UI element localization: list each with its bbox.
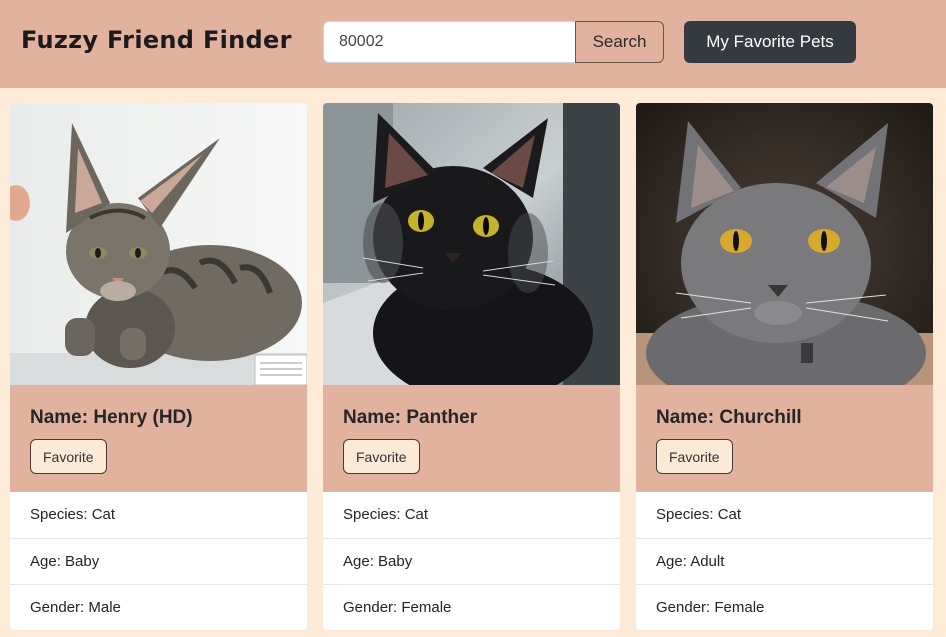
favorite-button[interactable]: Favorite	[656, 439, 733, 474]
tabby-kitten-photo	[10, 103, 307, 385]
pet-photo	[323, 103, 620, 385]
species-item: Species: Cat	[343, 506, 429, 523]
age-item: Age: Baby	[323, 538, 620, 584]
search-button[interactable]: Search	[575, 21, 664, 63]
pet-photo	[10, 103, 307, 385]
gender-item: Gender: Female	[323, 584, 620, 630]
favorite-button[interactable]: Favorite	[30, 439, 107, 474]
age-item: Age: Baby	[10, 538, 307, 584]
species-item: Species: Cat	[30, 506, 116, 523]
age-item: Age: Adult	[636, 538, 933, 584]
gender-item: Gender: Female	[636, 584, 933, 630]
pet-details-list: Species: Cat Age: Baby Gender: Male	[10, 492, 307, 630]
pet-name: Name: Churchill	[656, 407, 802, 428]
pet-card: Name: Panther Favorite Species: Cat Age:…	[323, 103, 620, 630]
my-favorite-pets-button[interactable]: My Favorite Pets	[684, 21, 856, 63]
brand-title[interactable]: Fuzzy Friend Finder	[21, 26, 292, 54]
pet-name: Name: Henry (HD)	[30, 407, 193, 428]
pet-details-list: Species: Cat Age: Baby Gender: Female	[323, 492, 620, 630]
card-body: Name: Henry (HD) Favorite	[10, 385, 307, 492]
species-item: Species: Cat	[656, 506, 742, 523]
pet-name: Name: Panther	[343, 407, 478, 428]
card-body: Name: Churchill Favorite	[636, 385, 933, 492]
zip-search-input[interactable]	[323, 21, 576, 63]
pet-photo	[636, 103, 933, 385]
favorite-button[interactable]: Favorite	[343, 439, 420, 474]
card-body: Name: Panther Favorite	[323, 385, 620, 492]
navbar: Fuzzy Friend Finder Search My Favorite P…	[0, 0, 946, 88]
pet-details-list: Species: Cat Age: Adult Gender: Female	[636, 492, 933, 630]
pet-card: Name: Churchill Favorite Species: Cat Ag…	[636, 103, 933, 630]
grey-cat-photo	[636, 103, 933, 385]
black-cat-photo	[323, 103, 620, 385]
gender-item: Gender: Male	[10, 584, 307, 630]
pet-card: Name: Henry (HD) Favorite Species: Cat A…	[10, 103, 307, 630]
